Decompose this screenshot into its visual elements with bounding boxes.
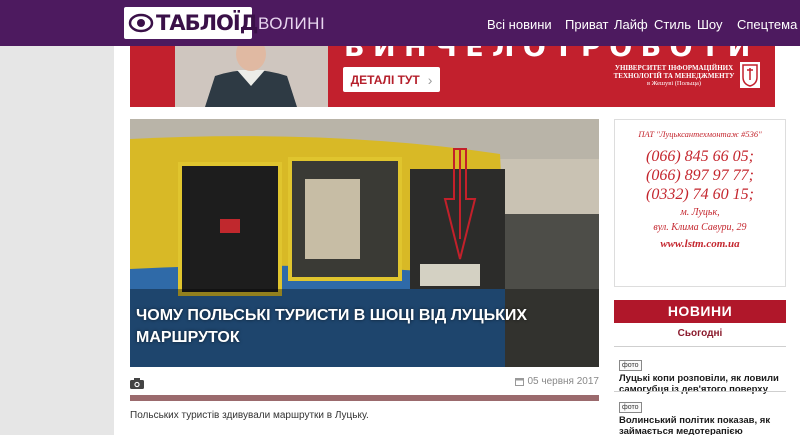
photo-tag: фото — [619, 360, 642, 371]
ad-banner[interactable]: В И Н Ч Е Л О Т Р О Б О Т И ДЕТАЛІ ТУТ ›… — [130, 46, 775, 107]
university-line-1: УНІВЕРСИТЕТ ІНФОРМАЦІЙНИХ — [614, 64, 734, 72]
logo-text: ТАБЛОЇД — [156, 11, 258, 35]
news-item[interactable]: фото Волинський політик показав, як займ… — [619, 396, 784, 435]
site-logo[interactable]: ТАБЛОЇД — [124, 7, 258, 39]
chevron-right-icon: › — [427, 71, 433, 88]
eye-logo-icon — [128, 11, 154, 35]
article-title[interactable]: Чому польські туристи в шоці від луцьких… — [136, 305, 586, 349]
camera-icon — [130, 376, 144, 394]
article-hero-image[interactable]: Чому польські туристи в шоці від луцьких… — [130, 119, 599, 367]
news-separator — [614, 346, 786, 347]
banner-person-photo — [175, 46, 328, 107]
news-today-label: Сьогодні — [677, 328, 723, 339]
details-button[interactable]: ДЕТАЛІ ТУТ › — [343, 67, 440, 92]
nav-all-news[interactable]: Всі новини — [487, 17, 552, 32]
side-ad-city: м. Луцьк, — [680, 207, 720, 218]
article-date-text: 05 червня 2017 — [527, 376, 599, 387]
news-item-title[interactable]: Волинський політик показав, як займаєтьс… — [619, 415, 784, 435]
banner-headline-cutoff: В И Н Ч Е Л О Т Р О Б О Т И — [344, 46, 750, 63]
calendar-icon — [515, 378, 525, 386]
nav-show[interactable]: Шоу — [697, 17, 723, 32]
article-excerpt: Польських туристів здивували маршрутки в… — [130, 410, 369, 421]
article-meta: 05 червня 2017 — [130, 373, 599, 391]
nav-style[interactable]: Стиль — [654, 17, 691, 32]
side-ad-lstm[interactable]: ПАТ "Луцьксантехмонтаж #536" (066) 845 6… — [614, 119, 786, 287]
news-item[interactable]: фото Луцькі копи розповіли, як ловили са… — [619, 354, 784, 395]
news-separator — [614, 391, 786, 392]
side-ad-street: вул. Клима Савури, 29 — [653, 222, 747, 233]
side-ad-phone-2: (066) 897 97 77; — [646, 167, 754, 184]
news-header[interactable]: НОВИНИ — [614, 300, 786, 323]
side-ad-phone-1: (066) 845 66 05; — [646, 148, 754, 165]
article-date: 05 червня 2017 — [515, 376, 599, 387]
university-line-2: ТЕХНОЛОГІЙ ТА МЕНЕДЖМЕНТУ — [613, 72, 735, 80]
university-crest-icon — [740, 62, 760, 88]
nav-special[interactable]: Спецтема — [737, 17, 797, 32]
nav-privat[interactable]: Приват — [565, 17, 609, 32]
side-ad-phone-3: (0332) 74 60 15; — [646, 186, 754, 203]
nav-life[interactable]: Лайф — [614, 17, 648, 32]
details-button-label: ДЕТАЛІ ТУТ — [350, 72, 420, 87]
photo-tag: фото — [619, 402, 642, 413]
university-line-3: в Жешуві (Польща) — [646, 80, 702, 87]
article-divider — [130, 395, 599, 401]
university-name: УНІВЕРСИТЕТ ІНФОРМАЦІЙНИХ ТЕХНОЛОГІЙ ТА … — [612, 64, 736, 88]
side-ad-site: www.lstm.com.ua — [660, 238, 740, 250]
top-navigation-bar: ТАБЛОЇД ВОЛИНІ Всі новини Приват Лайф Ст… — [0, 0, 800, 46]
logo-subtitle: ВОЛИНІ — [258, 14, 326, 33]
side-ad-company: ПАТ "Луцьксантехмонтаж #536" — [638, 129, 762, 139]
